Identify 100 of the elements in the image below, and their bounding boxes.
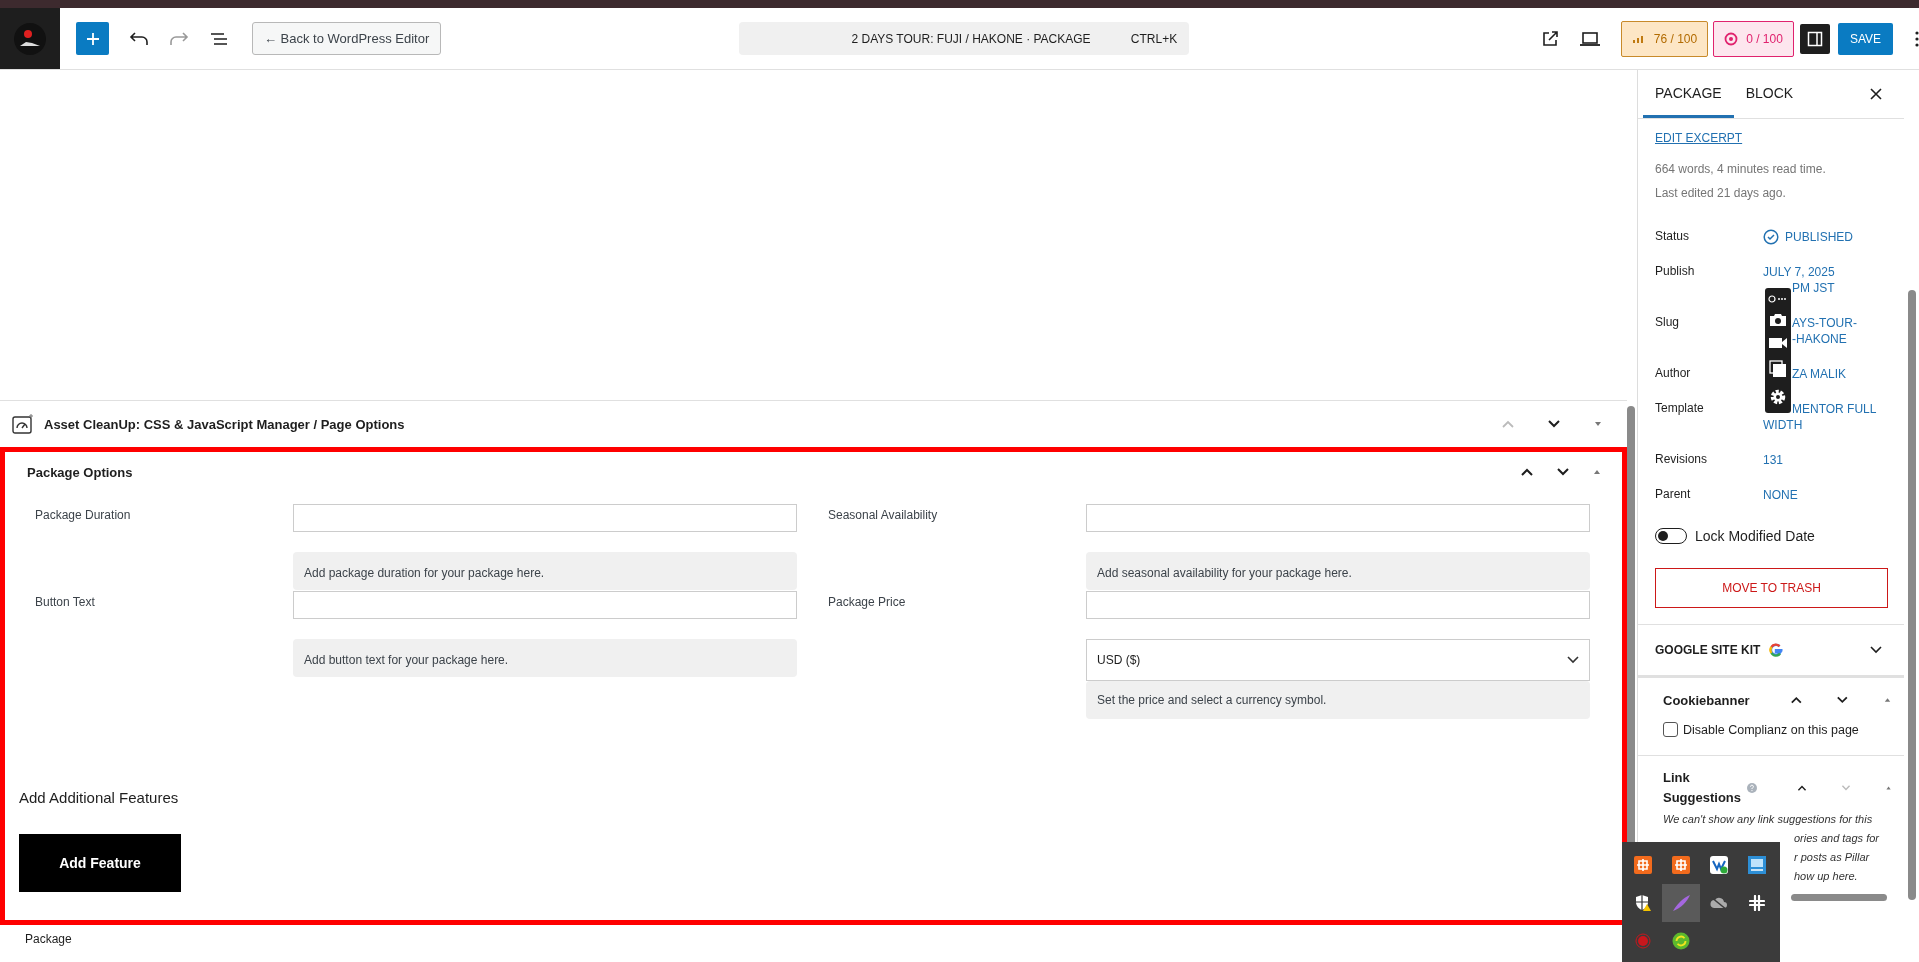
setting-value-link[interactable]: NONE	[1763, 487, 1798, 503]
readability-score-button[interactable]: 0 / 100	[1713, 20, 1794, 57]
input-field[interactable]	[293, 591, 797, 619]
scrollbar[interactable]	[1791, 894, 1887, 901]
input-field[interactable]	[1086, 504, 1590, 532]
laptop-icon[interactable]	[1578, 30, 1601, 47]
list-view-icon[interactable]	[209, 30, 229, 47]
check-circle-icon	[1763, 229, 1779, 245]
setting-value-link[interactable]: ZA MALIK	[1763, 366, 1847, 382]
field-label: Slug	[1655, 315, 1681, 331]
panel-title: Cookiebanner	[1663, 692, 1750, 708]
add-feature-button[interactable]: Add Feature	[19, 834, 181, 892]
redo-icon[interactable]	[169, 30, 189, 47]
info-text: ories and tags for	[1794, 831, 1879, 846]
app-icon[interactable]	[1672, 856, 1690, 874]
chat-app-icon[interactable]	[1710, 856, 1728, 874]
help-text: Add button text for your package here.	[293, 639, 797, 677]
external-link-icon[interactable]	[1540, 29, 1559, 48]
help-text: Set the price and select a currency symbol.	[1086, 681, 1590, 719]
input-field[interactable]	[1086, 591, 1590, 619]
camera-icon[interactable]	[1769, 312, 1787, 327]
info-text: We can't show any link suggestions for this	[1663, 812, 1873, 827]
google-logo-icon	[1768, 642, 1785, 658]
edit-excerpt-link[interactable]: EDIT EXCERPT	[1655, 131, 1743, 145]
checkbox[interactable]	[1663, 722, 1678, 737]
help-text: Add seasonal availability for your package here.	[1086, 552, 1590, 590]
setting-value-link[interactable]: -HAKONE	[1763, 331, 1847, 347]
currency-dropdown[interactable]: USD ($)	[1086, 639, 1590, 681]
setting-value-link[interactable]: AYS-TOUR-	[1763, 315, 1857, 331]
scrollbar[interactable]	[1908, 290, 1916, 900]
settings-icon[interactable]	[1769, 388, 1787, 407]
site-logo-icon[interactable]	[0, 8, 60, 69]
section-heading: Add Additional Features	[19, 789, 180, 806]
move-down-icon[interactable]	[1836, 695, 1849, 705]
sidebar-panel-icon	[1806, 30, 1823, 47]
move-down-icon[interactable]	[1556, 467, 1570, 477]
toggle-switch[interactable]	[1655, 528, 1687, 544]
collapse-icon[interactable]	[1592, 468, 1602, 476]
field-label: Publish	[1655, 264, 1696, 280]
add-block-button[interactable]	[76, 22, 109, 55]
post-stat: 664 words, 4 minutes read time.	[1655, 162, 1827, 177]
target-icon	[1724, 31, 1739, 46]
sidebar-toggle-button[interactable]	[1799, 23, 1830, 54]
panel-header[interactable]: GOOGLE SITE KIT	[1638, 625, 1904, 678]
link-icon[interactable]	[1768, 294, 1788, 303]
seo-score-button[interactable]: 76 / 100	[1620, 20, 1709, 57]
sidebar-tab[interactable]: BLOCK	[1733, 70, 1806, 118]
info-text: how up here.	[1794, 869, 1858, 884]
move-up-icon[interactable]	[1520, 467, 1534, 477]
chevron-down-icon[interactable]	[1870, 646, 1882, 654]
move-down-icon[interactable]	[1547, 419, 1561, 429]
video-camera-icon[interactable]	[1768, 336, 1788, 351]
panel-title: Package Options	[26, 464, 133, 480]
field-label: Package Duration	[35, 507, 132, 524]
save-button[interactable]: SAVE	[1837, 22, 1893, 55]
bar-chart-icon	[1631, 33, 1646, 44]
field-label: Author	[1655, 366, 1692, 382]
move-up-icon[interactable]	[1796, 783, 1807, 793]
sidebar-tab[interactable]: PACKAGE	[1643, 70, 1734, 118]
app-icon[interactable]	[1634, 856, 1652, 874]
setting-value-link[interactable]: PM JST	[1763, 280, 1835, 296]
command-bar[interactable]: 2 DAYS TOUR: FUJI / HAKONE · PACKAGE CTRL+K	[739, 22, 1190, 55]
setting-value-link[interactable]: PUBLISHED	[1785, 229, 1854, 245]
sync-icon[interactable]	[1672, 932, 1690, 950]
panel-title: GOOGLE SITE KIT	[1655, 643, 1761, 657]
field-label: Template	[1655, 401, 1705, 417]
gauge-icon	[12, 413, 34, 435]
monitor-app-icon[interactable]	[1748, 856, 1766, 874]
field-label: Status	[1655, 229, 1691, 245]
shield-warning-icon[interactable]	[1634, 894, 1652, 912]
help-text: Add package duration for your package here.	[293, 552, 797, 590]
input-field[interactable]	[293, 504, 797, 532]
setting-value-link[interactable]: MENTOR FULL	[1763, 401, 1877, 417]
collapse-icon[interactable]	[1884, 784, 1892, 792]
toggle-label: Lock Modified Date	[1695, 528, 1815, 544]
hash-logo-icon[interactable]	[1749, 895, 1765, 911]
move-to-trash-button[interactable]: MOVE TO TRASH	[1655, 568, 1888, 608]
chevron-down-icon	[1567, 656, 1579, 664]
move-up-icon[interactable]	[1789, 695, 1803, 705]
more-options-icon[interactable]	[1915, 30, 1919, 47]
field-label: Button Text	[35, 594, 96, 611]
cloud-off-icon[interactable]	[1709, 895, 1729, 911]
close-icon[interactable]	[1870, 88, 1882, 100]
undo-icon[interactable]	[129, 30, 149, 47]
copy-icon[interactable]	[1769, 360, 1787, 379]
collapse-icon[interactable]	[1593, 420, 1603, 428]
plus-icon	[84, 30, 101, 47]
setting-value-link[interactable]: 131	[1763, 452, 1784, 468]
field-label: Seasonal Availability	[828, 507, 939, 524]
info-text: r posts as Pillar	[1794, 850, 1870, 865]
field-label: Package Price	[828, 594, 907, 611]
checkbox-label: Disable Complianz on this page	[1683, 722, 1859, 737]
panel-title: Link Suggestions	[1663, 769, 1741, 807]
post-stat: Last edited 21 days ago.	[1655, 186, 1787, 201]
setting-value-link[interactable]: WIDTH	[1763, 417, 1803, 433]
collapse-icon[interactable]	[1882, 696, 1892, 704]
setting-value-link[interactable]: JULY 7, 2025	[1763, 264, 1835, 280]
panel-title: Asset CleanUp: CSS & JavaScript Manager / Page Options	[44, 416, 405, 432]
back-button[interactable]: ← Back to WordPress Editor	[252, 22, 442, 55]
field-label: Revisions	[1655, 452, 1709, 468]
